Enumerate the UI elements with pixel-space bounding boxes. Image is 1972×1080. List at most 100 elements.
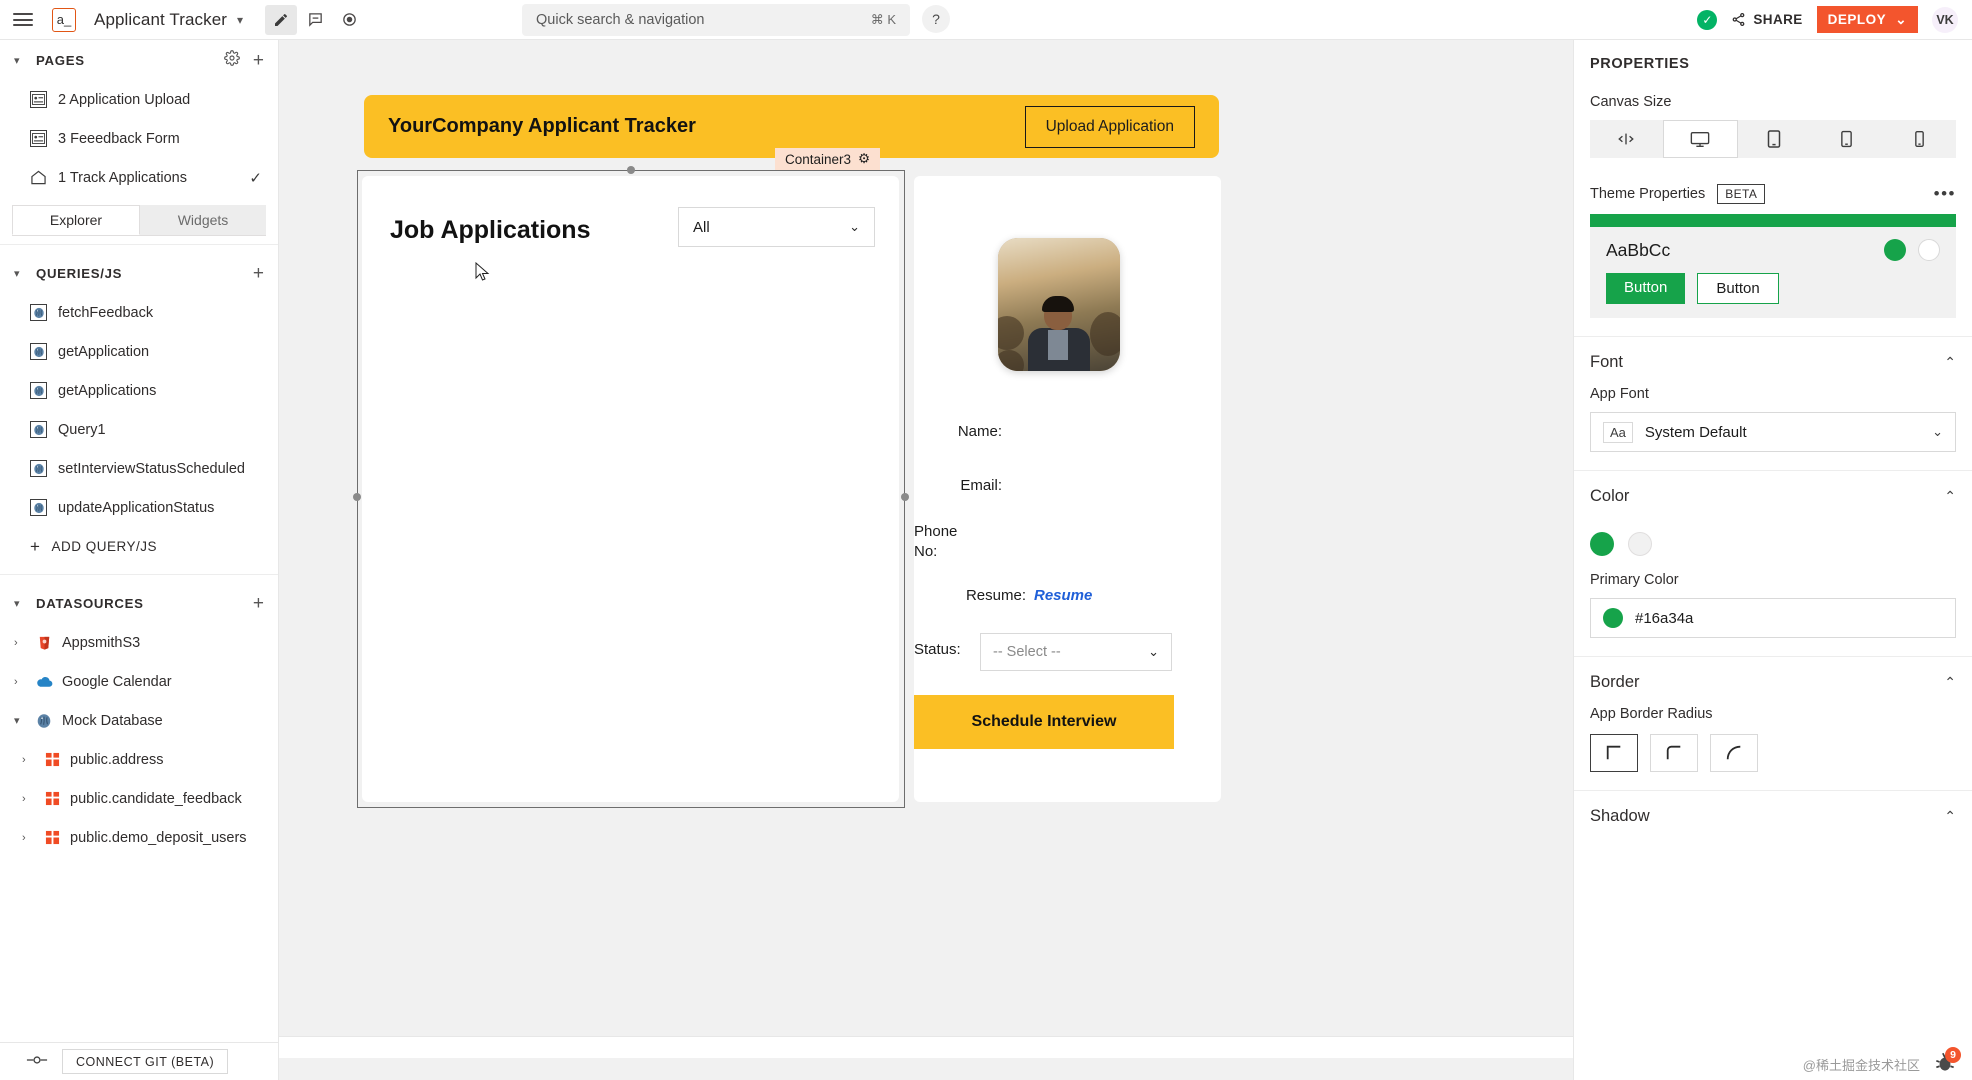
add-datasource-button[interactable]: + xyxy=(253,594,264,613)
chevron-right-icon[interactable]: › xyxy=(14,637,26,649)
banner-title: YourCompany Applicant Tracker xyxy=(388,115,696,137)
sidebar-item-public-demo-deposit-users[interactable]: › public.demo_deposit_users xyxy=(0,818,278,857)
properties-title: PROPERTIES xyxy=(1590,56,1690,72)
chevron-down-icon[interactable]: ▾ xyxy=(237,13,243,27)
edit-pencil-icon[interactable] xyxy=(265,4,298,35)
queries-section-header[interactable]: ▾ QUERIES/JS + xyxy=(0,253,278,293)
sidebar-item-mock-database[interactable]: ▾ Mock Database xyxy=(0,701,278,740)
chevron-down-icon[interactable]: ▾ xyxy=(14,597,26,610)
border-radius-rounded-icon[interactable] xyxy=(1710,734,1758,772)
appsmith-logo-icon[interactable]: a_ xyxy=(52,7,76,32)
chevron-down-icon[interactable]: ▾ xyxy=(14,54,26,67)
sidebar-item-appsmiths3[interactable]: › AppsmithS3 xyxy=(0,623,278,662)
sidebar-item-getapplication[interactable]: getApplication xyxy=(0,332,278,371)
border-radius-sharp-icon[interactable] xyxy=(1590,734,1638,772)
shadow-section-title: Shadow xyxy=(1590,807,1650,825)
color-section-header[interactable]: Color ⌃ xyxy=(1574,470,1972,520)
primary-color-input[interactable]: #16a34a xyxy=(1590,598,1956,638)
font-section-header[interactable]: Font ⌃ xyxy=(1574,336,1972,386)
share-button[interactable]: SHARE xyxy=(1731,12,1802,27)
sidebar-item-track-applications[interactable]: 1 Track Applications ✓ xyxy=(0,158,278,197)
sidebar-item-updateapplicationstatus[interactable]: updateApplicationStatus xyxy=(0,488,278,527)
theme-preview-card[interactable]: AaBbCc Button Button xyxy=(1590,214,1956,318)
resume-link[interactable]: Resume xyxy=(1034,587,1092,604)
selected-widget-badge[interactable]: Container3 ⚙ xyxy=(775,148,881,170)
status-filter-value: All xyxy=(693,218,710,236)
border-radius-slight-icon[interactable] xyxy=(1650,734,1698,772)
status-filter-select[interactable]: All ⌄ xyxy=(678,207,875,247)
avatar[interactable]: VK xyxy=(1932,6,1958,33)
git-branch-icon[interactable] xyxy=(26,1053,48,1071)
chevron-up-icon[interactable]: ⌃ xyxy=(1944,674,1956,691)
chevron-up-icon[interactable]: ⌃ xyxy=(1944,354,1956,371)
canvas-size-tablet-icon[interactable] xyxy=(1810,120,1883,158)
resize-handle-right[interactable] xyxy=(901,493,909,501)
connect-git-button[interactable]: CONNECT GIT (BETA) xyxy=(62,1049,229,1074)
chevron-down-icon[interactable]: ⌄ xyxy=(1895,12,1907,28)
chevron-right-icon[interactable]: › xyxy=(22,793,34,805)
chevron-right-icon[interactable]: › xyxy=(22,754,34,766)
sidebar-item-query1[interactable]: Query1 xyxy=(0,410,278,449)
debug-count-badge[interactable]: 9 xyxy=(1945,1047,1961,1063)
hamburger-menu-icon[interactable] xyxy=(0,10,46,30)
color-swatch-grey[interactable] xyxy=(1628,532,1652,556)
chevron-right-icon[interactable]: › xyxy=(14,676,26,688)
theme-secondary-button[interactable]: Button xyxy=(1697,273,1779,304)
primary-color-preview xyxy=(1603,608,1623,628)
chevron-up-icon[interactable]: ⌃ xyxy=(1944,808,1956,825)
theme-primary-button[interactable]: Button xyxy=(1606,273,1686,304)
widget-settings-icon[interactable]: ⚙ xyxy=(858,151,870,167)
chevron-down-icon[interactable]: ▾ xyxy=(14,267,26,280)
postgres-icon xyxy=(30,304,47,321)
pages-section-header[interactable]: ▾ PAGES + xyxy=(0,40,278,80)
color-swatch-green[interactable] xyxy=(1590,532,1614,556)
canvas-size-mobile-icon[interactable] xyxy=(1883,120,1956,158)
datasources-section-header[interactable]: ▾ DATASOURCES + xyxy=(0,583,278,623)
chevron-down-icon[interactable]: ⌄ xyxy=(1932,424,1943,440)
sidebar-item-getapplications[interactable]: getApplications xyxy=(0,371,278,410)
sidebar-item-setinterviewstatusscheduled[interactable]: setInterviewStatusScheduled xyxy=(0,449,278,488)
app-font-select[interactable]: Aa System Default ⌄ xyxy=(1590,412,1956,452)
canvas-size-tablet-large-icon[interactable] xyxy=(1738,120,1811,158)
add-query-js-button[interactable]: + ADD QUERY/JS xyxy=(0,527,278,566)
sidebar-item-application-upload[interactable]: 2 Application Upload xyxy=(0,80,278,119)
resize-handle-left[interactable] xyxy=(353,493,361,501)
sidebar-item-fetchfeedback[interactable]: fetchFeedback xyxy=(0,293,278,332)
add-page-button[interactable]: + xyxy=(253,51,264,70)
resize-handle-top[interactable] xyxy=(627,166,635,174)
tab-widgets[interactable]: Widgets xyxy=(140,205,266,235)
deploy-button[interactable]: DEPLOY ⌄ xyxy=(1816,6,1918,33)
sidebar-item-label: getApplications xyxy=(58,382,157,399)
status-select[interactable]: -- Select -- ⌄ xyxy=(980,633,1172,671)
postgres-icon xyxy=(30,460,47,477)
theme-more-options-icon[interactable]: ••• xyxy=(1934,184,1956,204)
check-icon: ✓ xyxy=(249,169,262,187)
sidebar: ▾ PAGES + 2 Application Upload 3 Feeedba… xyxy=(0,40,279,1080)
gear-icon[interactable] xyxy=(221,50,243,70)
schedule-interview-button[interactable]: Schedule Interview xyxy=(914,695,1174,749)
tab-explorer[interactable]: Explorer xyxy=(12,205,140,235)
sidebar-item-google-calendar[interactable]: › Google Calendar xyxy=(0,662,278,701)
chevron-down-icon[interactable]: ⌄ xyxy=(1148,644,1159,660)
sidebar-item-feedback-form[interactable]: 3 Feeedback Form xyxy=(0,119,278,158)
sidebar-item-label: setInterviewStatusScheduled xyxy=(58,460,245,477)
comment-icon[interactable] xyxy=(299,5,331,35)
theme-preview-text: AaBbCc xyxy=(1606,239,1671,260)
chevron-down-icon[interactable]: ⌄ xyxy=(849,219,860,235)
border-section-header[interactable]: Border ⌃ xyxy=(1574,656,1972,706)
theme-swatch-primary[interactable] xyxy=(1884,239,1906,261)
add-query-button[interactable]: + xyxy=(253,264,264,283)
search-input[interactable]: Quick search & navigation ⌘ K xyxy=(522,4,910,36)
upload-application-button[interactable]: Upload Application xyxy=(1024,105,1195,148)
sidebar-item-public-candidate-feedback[interactable]: › public.candidate_feedback xyxy=(0,779,278,818)
chevron-up-icon[interactable]: ⌃ xyxy=(1944,488,1956,505)
canvas-size-desktop-icon[interactable] xyxy=(1662,120,1738,158)
chevron-down-icon[interactable]: ▾ xyxy=(14,714,26,727)
canvas-size-fluid-icon[interactable] xyxy=(1590,120,1663,158)
shadow-section-header[interactable]: Shadow ⌃ xyxy=(1574,790,1972,840)
theme-swatch-secondary[interactable] xyxy=(1918,239,1940,261)
chevron-right-icon[interactable]: › xyxy=(22,832,34,844)
sidebar-item-public-address[interactable]: › public.address xyxy=(0,740,278,779)
help-icon[interactable]: ? xyxy=(922,5,950,33)
preview-eye-icon[interactable] xyxy=(333,5,365,35)
